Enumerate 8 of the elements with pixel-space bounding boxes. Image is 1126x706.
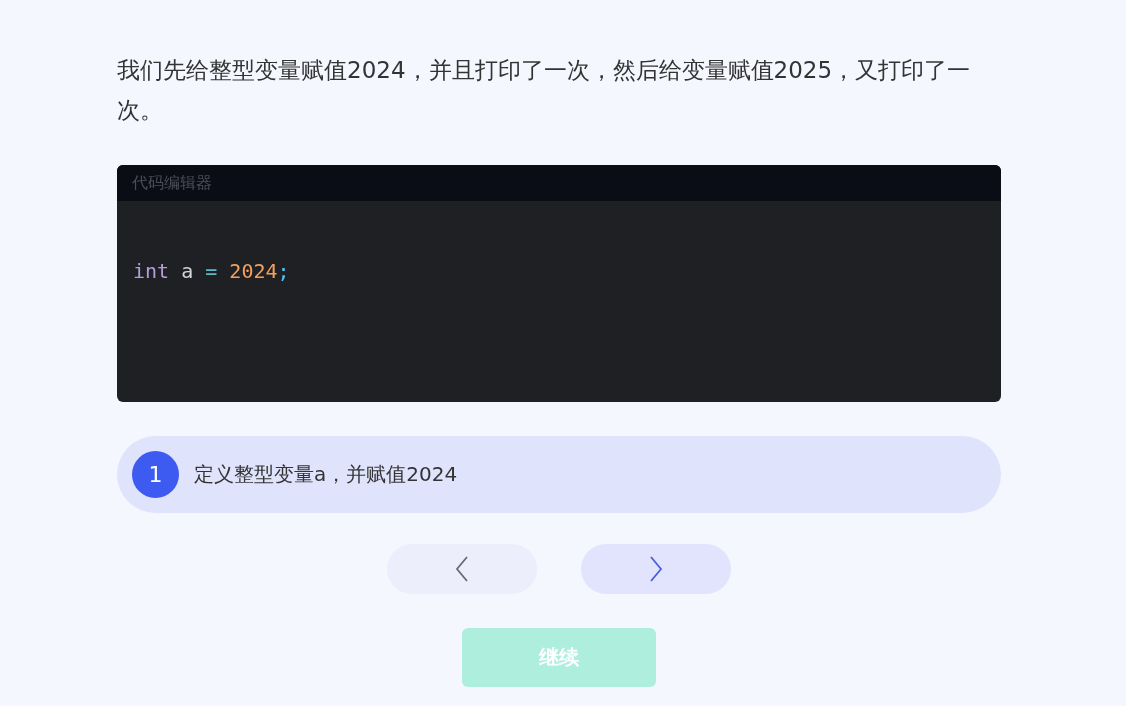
chevron-right-icon xyxy=(649,556,663,582)
chevron-left-icon xyxy=(455,556,469,582)
instruction-text: 我们先给整型变量赋值2024，并且打印了一次，然后给变量赋值2025，又打印了一次。 xyxy=(117,56,972,125)
step-number: 1 xyxy=(132,451,179,498)
code-line: int a = 2024; xyxy=(133,259,291,283)
editor-title: 代码编辑器 xyxy=(132,172,212,194)
step-text: 定义整型变量a，并赋值2024 xyxy=(194,461,458,488)
next-button[interactable] xyxy=(581,544,731,594)
